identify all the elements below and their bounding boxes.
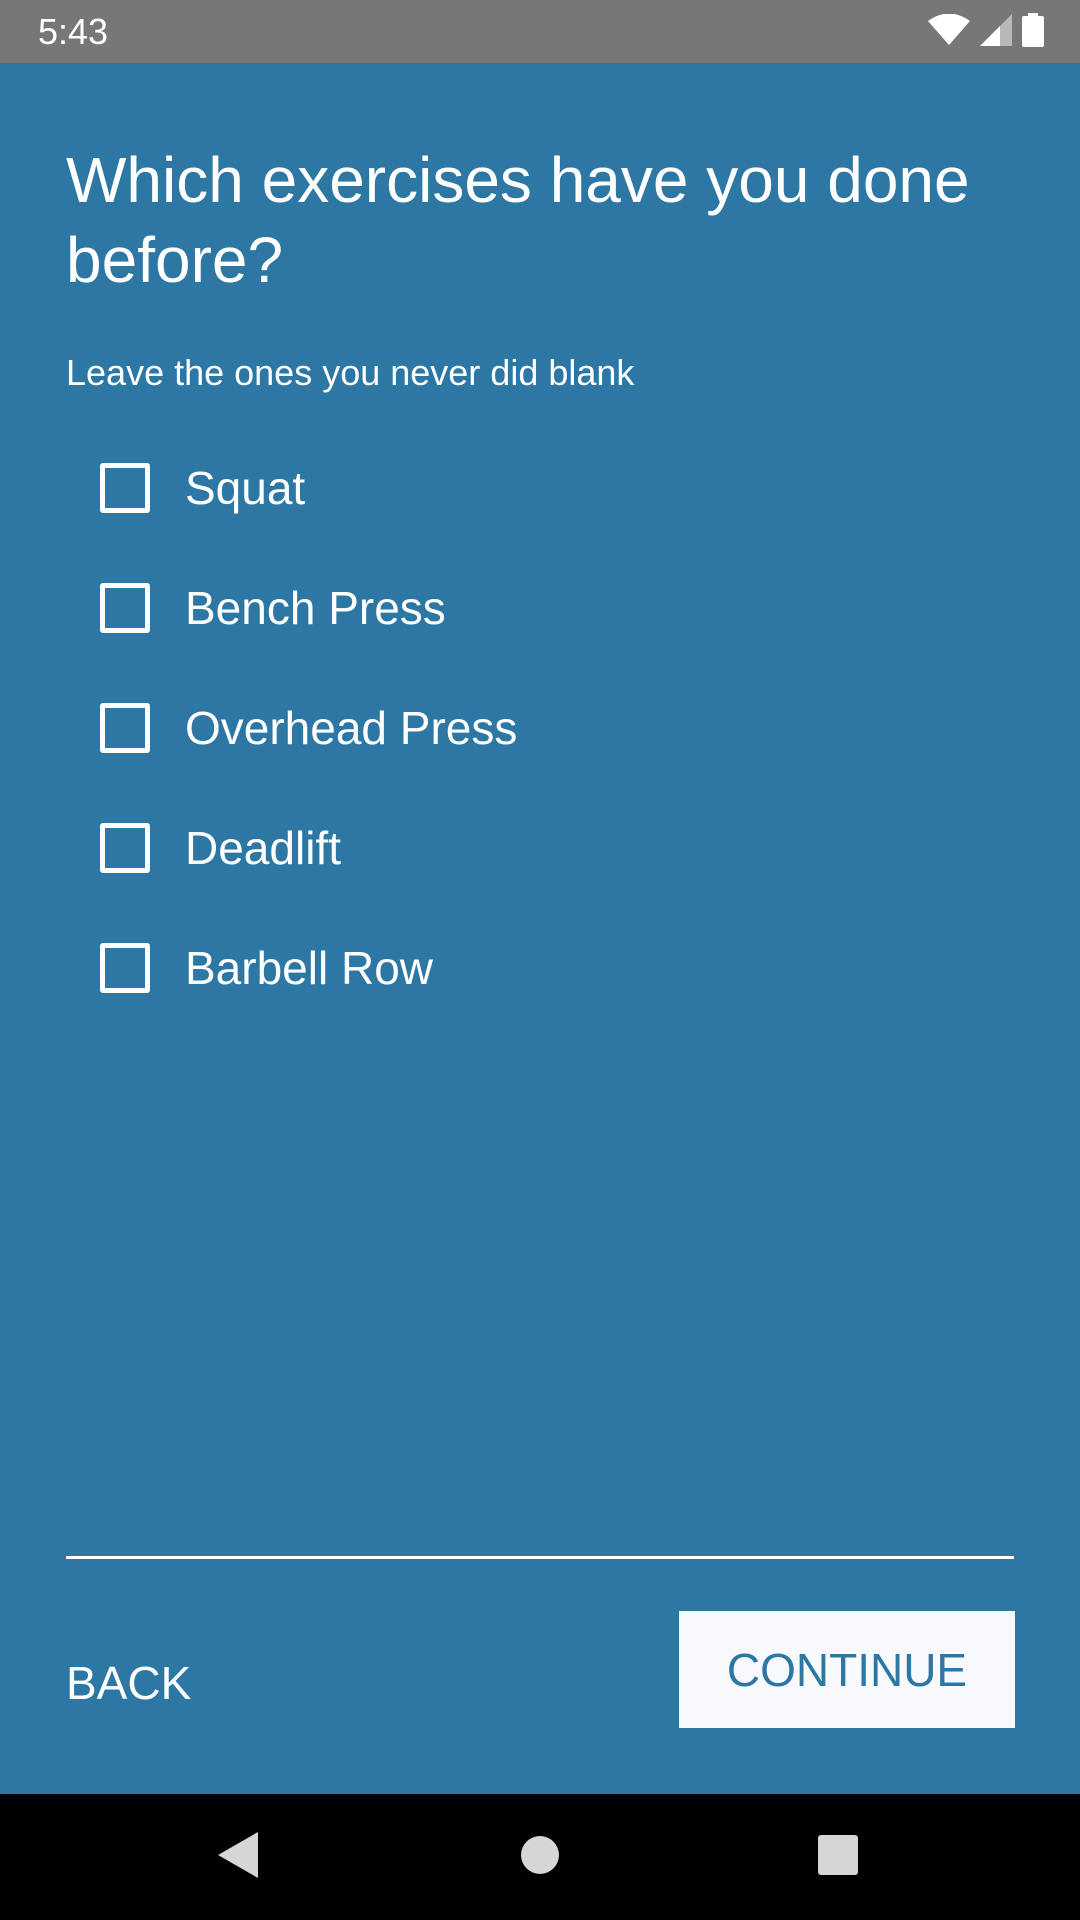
nav-back-button[interactable]	[175, 1794, 301, 1920]
status-icons	[928, 12, 1044, 52]
option-label-overhead-press: Overhead Press	[185, 702, 518, 754]
option-overhead-press[interactable]: Overhead Press	[96, 668, 996, 788]
checkbox-squat[interactable]	[100, 463, 150, 513]
recents-square-icon	[818, 1834, 858, 1880]
nav-home-button[interactable]	[477, 1794, 603, 1920]
option-bench-press[interactable]: Bench Press	[96, 548, 996, 668]
checkbox-deadlift[interactable]	[100, 823, 150, 873]
battery-icon	[1022, 12, 1044, 52]
status-time: 5:43	[38, 11, 109, 52]
wifi-icon	[928, 13, 970, 51]
cell-signal-icon	[980, 13, 1012, 51]
back-triangle-icon	[218, 1831, 258, 1883]
navigation-bar	[0, 1794, 1080, 1920]
nav-recents-button[interactable]	[775, 1794, 901, 1920]
status-bar: 5:43	[0, 0, 1080, 63]
back-button[interactable]: BACK	[66, 1638, 191, 1728]
home-circle-icon	[521, 1835, 559, 1879]
exercise-options: Squat Bench Press Overhead Press Deadlif…	[96, 428, 996, 1028]
continue-button[interactable]: CONTINUE	[679, 1611, 1015, 1728]
checkbox-bench-press[interactable]	[100, 583, 150, 633]
option-label-deadlift: Deadlift	[185, 822, 341, 874]
content-area: Which exercises have you done before? Le…	[0, 63, 1080, 1794]
checkbox-barbell-row[interactable]	[100, 943, 150, 993]
footer-divider	[66, 1556, 1014, 1559]
option-label-squat: Squat	[185, 462, 306, 514]
option-barbell-row[interactable]: Barbell Row	[96, 908, 996, 1028]
option-deadlift[interactable]: Deadlift	[96, 788, 996, 908]
page-title: Which exercises have you done before?	[66, 144, 970, 296]
option-squat[interactable]: Squat	[96, 428, 996, 548]
option-label-barbell-row: Barbell Row	[185, 942, 433, 994]
option-label-bench-press: Bench Press	[185, 582, 446, 634]
checkbox-overhead-press[interactable]	[100, 703, 150, 753]
page-subtitle: Leave the ones you never did blank	[66, 352, 635, 393]
